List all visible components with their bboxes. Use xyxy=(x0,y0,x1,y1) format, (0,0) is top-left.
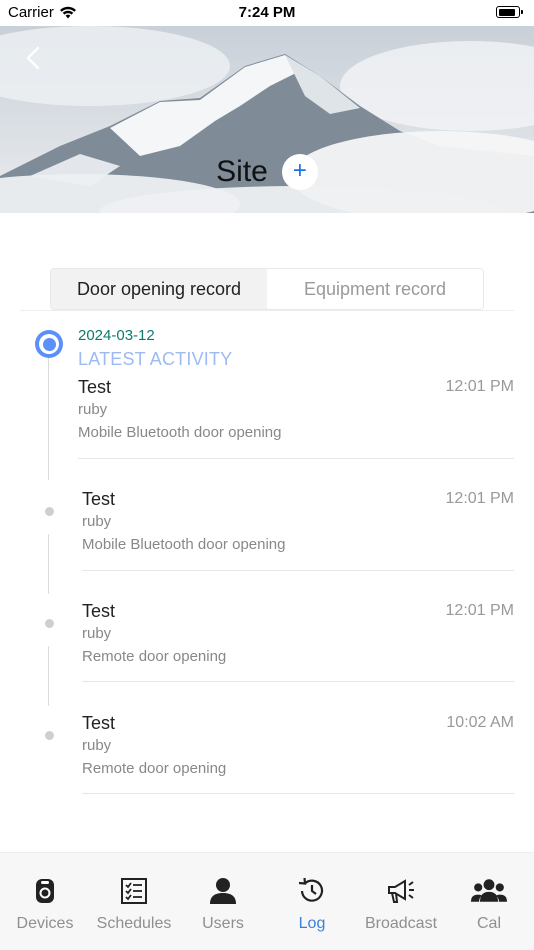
tab-label: Cal xyxy=(476,915,501,932)
entry-method: Mobile Bluetooth door opening xyxy=(78,424,282,441)
bottom-tab-bar: Devices Schedules Users Log Broadcast Ca… xyxy=(0,852,534,950)
entry-name: Test xyxy=(82,601,116,621)
back-button[interactable] xyxy=(20,44,48,72)
status-bar: Carrier 7:24 PM xyxy=(0,0,534,26)
divider xyxy=(82,570,514,571)
entry-time: 10:02 AM xyxy=(446,714,514,731)
timeline-line xyxy=(48,534,49,594)
page-title: Site xyxy=(216,155,268,188)
entry-user: ruby xyxy=(82,625,112,642)
timeline-line xyxy=(48,646,49,706)
record-tabs: Door opening record Equipment record xyxy=(50,268,484,310)
entry-user: ruby xyxy=(78,401,108,418)
tab-label: Log xyxy=(298,915,326,932)
entry-user: ruby xyxy=(82,737,112,754)
device-icon xyxy=(36,879,54,903)
tab-label: Users xyxy=(202,915,244,932)
add-site-button[interactable]: + xyxy=(281,154,318,190)
timeline-dot xyxy=(45,731,54,740)
entry-time: 12:01 PM xyxy=(445,378,514,395)
tab-broadcast[interactable]: Broadcast xyxy=(356,873,446,933)
divider xyxy=(82,681,514,682)
entry-method: Mobile Bluetooth door opening xyxy=(82,536,286,553)
entry-method: Remote door opening xyxy=(82,648,227,665)
entry-user: ruby xyxy=(82,513,112,530)
tab-schedules[interactable]: Schedules xyxy=(89,873,179,933)
tab-door-opening-record[interactable]: Door opening record xyxy=(51,269,267,309)
timeline-dot xyxy=(45,619,54,628)
entry-time: 12:01 PM xyxy=(445,490,514,507)
group-icon xyxy=(471,879,507,902)
entry-name: Test xyxy=(78,377,112,397)
entry-name: Test xyxy=(82,713,116,733)
chevron-left-icon xyxy=(26,46,40,70)
tab-label: Schedules xyxy=(96,915,172,932)
entry-name: Test xyxy=(82,489,116,509)
divider xyxy=(20,310,514,311)
divider xyxy=(82,793,514,794)
timeline-line xyxy=(48,350,49,480)
battery-icon xyxy=(496,6,523,18)
history-icon xyxy=(298,877,324,902)
latest-activity-label: LATEST ACTIVITY xyxy=(78,349,233,369)
timeline-date: 2024-03-12 xyxy=(78,327,155,344)
tab-log[interactable]: Log xyxy=(267,873,357,933)
entry-time: 12:01 PM xyxy=(445,602,514,619)
schedule-icon xyxy=(121,878,147,904)
timeline-dot xyxy=(45,507,54,516)
tab-cal[interactable]: Cal xyxy=(444,873,534,933)
tab-devices[interactable]: Devices xyxy=(0,873,90,933)
status-time: 7:24 PM xyxy=(238,4,296,21)
plus-icon: + xyxy=(292,157,307,184)
divider xyxy=(78,458,514,459)
entry-method: Remote door opening xyxy=(82,760,227,777)
tab-label: Devices xyxy=(16,915,74,932)
tab-equipment-record[interactable]: Equipment record xyxy=(267,269,483,309)
header-banner: Site + xyxy=(0,26,534,213)
megaphone-icon xyxy=(388,879,414,903)
latest-activity-marker xyxy=(35,330,63,358)
tab-users[interactable]: Users xyxy=(178,873,268,933)
tab-label: Broadcast xyxy=(364,915,438,932)
user-icon xyxy=(210,878,236,904)
